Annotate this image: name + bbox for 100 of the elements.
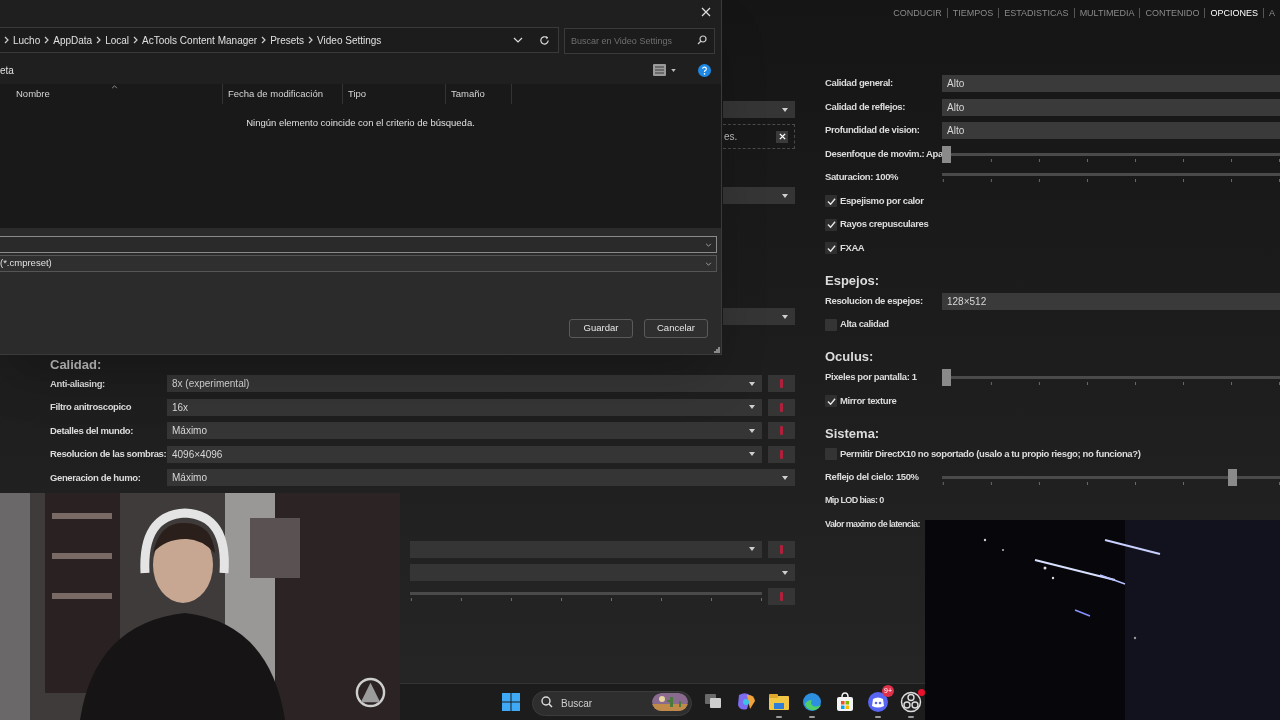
check-icon [826,243,836,253]
help-button[interactable] [698,63,711,77]
shopping-bag-icon [834,691,856,713]
checkbox-label: Espejismo por calor [840,193,924,208]
caret-icon [781,473,789,482]
search-icon [541,695,553,708]
chevron-down-icon [705,261,712,266]
check-icon [826,220,836,229]
setting-label: Resolucion de espejos: [825,293,924,308]
setting-label: Anti-aliasing: [50,376,106,391]
caret-icon [781,191,789,200]
check-icon [826,196,836,206]
nav-tab[interactable]: CONTENIDO [1139,7,1205,18]
dropdown-value: 128×512 [947,294,987,309]
setting-label: Pixeles por pantalla: 1 [825,370,917,385]
caret-icon [671,68,676,72]
reset-button[interactable] [768,422,795,440]
slider[interactable] [942,145,1280,163]
dropdown-value: 16x [172,400,189,415]
dropdown-value: 8x (experimental) [172,377,250,392]
folder-icon [768,691,790,713]
resize-grip-icon[interactable] [714,347,720,353]
dropdown[interactable]: Máximo [167,422,762,440]
dropdown[interactable]: Máximo [167,469,795,487]
column-header[interactable]: Nombre [0,84,222,104]
breadcrumb-item[interactable]: Lucho [13,32,41,48]
file-name-field[interactable] [0,236,717,253]
setting-label: Reflejo del cielo: 150% [825,470,919,485]
address-bar[interactable]: Lucho AppData Local AcTools Content Manager Presets Video Settings [0,27,559,53]
checkbox[interactable] [825,242,837,254]
check-icon [826,396,836,406]
checkbox-label: Rayos crepusculares [840,217,929,232]
column-header[interactable]: Tipo [342,84,445,104]
chevron-icon [4,36,9,44]
section-heading: Oculus: [825,349,875,365]
slider-thumb[interactable] [942,369,951,386]
dialog-button[interactable]: Guardar [569,319,633,338]
dropdown[interactable]: Alto [942,122,1280,139]
setting-label: Generacion de humo: [50,470,142,485]
dialog-button[interactable]: Cancelar [644,319,708,338]
chevron-icon [133,36,139,44]
dropdown-value: (*.cmpreset) [0,256,52,271]
notice-text: es. [723,130,738,144]
ring-icon [900,691,922,713]
dropdown-value: Máximo [172,424,207,439]
breadcrumb-item[interactable]: Video Settings [317,32,382,48]
nav-tab[interactable]: A [1263,7,1280,18]
chevron-icon [96,36,102,44]
search-icon [697,35,707,45]
start-button[interactable] [499,690,523,714]
setting-label: Saturacion: 100% [825,170,900,185]
chevron-down-icon [513,37,523,43]
bar-icon [780,544,783,554]
slider-thumb[interactable] [942,145,951,163]
setting-label: Profundidad de vision: [825,123,921,138]
file-type-dropdown[interactable]: (*.cmpreset) [0,255,717,272]
nav-tab[interactable]: OPCIONES [1204,7,1263,18]
dropdown[interactable]: 8x (experimental) [167,375,762,393]
breadcrumb-item[interactable]: AppData [53,32,93,48]
dropdown[interactable]: Alto [942,75,1280,92]
bar-icon [780,379,783,389]
chevron-icon [44,36,50,44]
setting-label: Calidad general: [825,76,894,91]
bar-icon [780,591,783,601]
setting-label: Resolucion de las sombras: [50,447,167,462]
nav-tab[interactable]: ESTADISTICAS [998,7,1074,18]
dropdown-value: Alto [947,77,965,91]
breadcrumb-item[interactable]: Presets [270,32,305,48]
breadcrumb-item[interactable]: Local [105,32,130,48]
column-header[interactable]: Tamaño [445,84,512,104]
dropdown-value: 4096×4096 [172,447,223,462]
checkbox[interactable] [825,395,837,407]
slider-thumb[interactable] [1228,469,1238,486]
search-field[interactable]: Buscar en Video Settings [564,28,715,54]
empty-message: Ningún elemento coincide con el criterio de búsqueda. [246,116,475,130]
windows-logo-icon [502,693,520,711]
slider[interactable] [942,469,1280,486]
breadcrumb-item[interactable]: AcTools Content Manager [142,32,258,48]
setting-label: Mip LOD bias: 0 [825,494,884,508]
nav-tab[interactable]: MULTIMEDIA [1073,7,1140,18]
setting-label: Detalles del mundo: [50,423,135,438]
nav-tab[interactable]: CONDUCIR [888,7,947,18]
refresh-icon [538,34,550,46]
bar-icon [780,426,783,436]
setting-label: Calidad de reflejos: [825,99,907,114]
setting-label: Filtro anitroscopico [50,400,133,415]
reset-button[interactable] [768,375,795,393]
view-button[interactable] [653,64,676,76]
section-heading: Calidad: [50,357,103,373]
bar-icon [780,449,783,459]
checkbox[interactable] [825,195,837,207]
column-header[interactable]: Fecha de modificación [222,84,342,104]
nav-tab[interactable]: TIEMPOS [946,7,999,18]
chevron-icon [261,36,267,44]
section-heading: Sistema: [825,425,881,442]
caret-icon [748,379,756,388]
caret-icon [748,426,756,435]
close-icon [778,133,786,140]
slider[interactable] [942,369,1280,386]
dropdown-value: Alto [947,100,965,115]
